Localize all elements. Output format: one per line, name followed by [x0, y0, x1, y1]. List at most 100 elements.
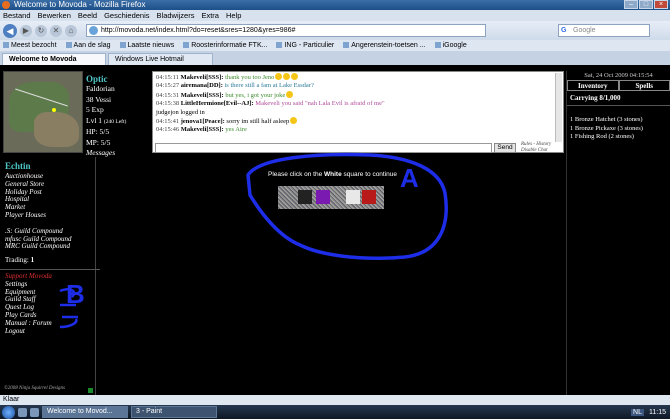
main-content: Please click on the White square to cont…: [98, 157, 566, 395]
chat-text: yes Aire: [225, 126, 247, 134]
tab-strip: Welcome to Movoda Windows Live Hotmail: [0, 51, 670, 65]
system-tray: NL 11:15: [631, 408, 670, 416]
chat-timestamp: 04:15:46: [156, 126, 181, 134]
home-icon[interactable]: ⌂: [65, 24, 77, 37]
menu-beeld[interactable]: Beeld: [78, 10, 97, 21]
inventory-item[interactable]: 1 Fishing Rod (2 stones): [567, 133, 670, 142]
close-button[interactable]: ×: [654, 0, 668, 9]
character-location: Faldorian: [86, 84, 115, 93]
bookmark-laatste-nieuws[interactable]: Laatste nieuws: [120, 40, 175, 51]
search-input[interactable]: G Google: [558, 24, 650, 37]
menu-bladwijzers[interactable]: Bladwijzers: [157, 10, 195, 21]
character-exp: 5 Exp: [86, 105, 104, 114]
disable-chat-link[interactable]: Disable Chat: [521, 148, 563, 154]
bookmark-roosterinformatie[interactable]: Roosterinformatie FTK...: [183, 40, 267, 51]
chat-message: 04:15:41 jenova1[Peace]: sorry im still …: [156, 117, 554, 126]
taskbar-firefox-button[interactable]: Welcome to Movod...: [42, 406, 128, 418]
chat-username[interactable]: LittleHermione[Evil--AJ]:: [181, 100, 256, 107]
smiley-icon: [290, 117, 298, 125]
chat-username[interactable]: jenova1[Peace]:: [181, 118, 227, 125]
chat-text: thank you too Jeno: [225, 74, 275, 81]
nav-guild-compound[interactable]: MRC Guild Compound: [5, 243, 95, 251]
chat-log: 04:15:11 Makeveli[SSS]: thank you too Je…: [154, 73, 554, 142]
tab-hotmail[interactable]: Windows Live Hotmail: [108, 53, 213, 65]
character-level: Lvl 1 (240 Left): [86, 115, 127, 125]
character-stats: Optic Faldorian 38 Vessi 5 Exp Lvl 1 (24…: [86, 74, 148, 159]
bookmark-meest-bezocht[interactable]: Meest bezocht: [3, 40, 57, 51]
inventory-item[interactable]: 1 Bronze Pickaxe (3 stones): [567, 125, 670, 134]
logout-link[interactable]: Logout: [5, 327, 95, 336]
captcha-square-black[interactable]: [298, 190, 312, 204]
chat-username[interactable]: Makeveli[SSS]:: [181, 126, 226, 133]
character-name[interactable]: Optic: [86, 74, 148, 84]
forward-arrow-icon[interactable]: ▶: [20, 24, 32, 37]
window-title: Welcome to Movoda - Mozilla Firefox: [14, 0, 146, 9]
chat-message: 04:15:31 Makeveli[SSS]: but yes, i got y…: [156, 90, 554, 100]
left-navigation: Echtin Auctionhouse General Store Holida…: [0, 157, 100, 395]
tab-spells[interactable]: Spells: [618, 80, 670, 91]
character-mp: MP: 5/5: [86, 137, 111, 147]
chat-input[interactable]: [155, 143, 492, 153]
navigation-toolbar: ◀ ▶ ↻ ✕ ⌂ http://movoda.net/index.html?d…: [0, 21, 670, 40]
nav-player-houses[interactable]: Player Houses: [5, 211, 95, 220]
chat-scrollbar[interactable]: [555, 73, 562, 142]
chat-username[interactable]: Makeveli[SSS]:: [181, 74, 226, 81]
search-placeholder: Google: [573, 27, 596, 34]
chat-text: judgejon logged in: [156, 108, 205, 116]
menu-geschiedenis[interactable]: Geschiedenis: [104, 10, 149, 21]
player-marker-icon: [52, 108, 56, 112]
flag-icon: [88, 388, 93, 393]
bookmark-ing[interactable]: ING - Particulier: [276, 40, 334, 51]
chat-timestamp: 04:15:31: [156, 91, 181, 99]
chat-username[interactable]: Makeveli[SSS]:: [181, 92, 226, 99]
chat-links: Rules - History Disable Chat: [521, 142, 563, 154]
game-page: Optic Faldorian 38 Vessi 5 Exp Lvl 1 (24…: [0, 65, 670, 395]
tab-movoda[interactable]: Welcome to Movoda: [2, 53, 106, 65]
trading-count: Trading: 1: [5, 256, 35, 265]
tab-inventory[interactable]: Inventory: [567, 80, 619, 91]
captcha-square-red[interactable]: [362, 190, 376, 204]
minimize-button[interactable]: –: [624, 0, 638, 9]
menu-extra[interactable]: Extra: [201, 10, 219, 21]
character-vessi: 38 Vessi: [86, 94, 112, 104]
chat-panel: 04:15:11 Makeveli[SSS]: thank you too Je…: [152, 71, 564, 153]
send-button[interactable]: Send: [494, 143, 516, 153]
address-bar[interactable]: http://movoda.net/index.html?do=reset&sr…: [86, 24, 486, 37]
annotation-letter-a: A: [400, 163, 419, 193]
start-button-icon[interactable]: [2, 405, 15, 419]
bookmark-angerenstein[interactable]: Angerenstein-toetsen ...: [343, 40, 425, 51]
bookmark-igoogle[interactable]: iGoogle: [435, 40, 467, 51]
smiley-icon: [275, 73, 283, 80]
google-icon: G: [561, 27, 567, 34]
captcha-prompt: Please click on the White square to cont…: [268, 171, 398, 178]
globe-icon: [89, 26, 98, 35]
bookmark-aan-de-slag[interactable]: Aan de slag: [66, 40, 111, 51]
stop-icon[interactable]: ✕: [50, 24, 62, 37]
menu-bestand[interactable]: Bestand: [3, 10, 31, 21]
captcha-image[interactable]: [278, 186, 384, 209]
divider: [0, 268, 100, 270]
chat-username[interactable]: airemana[DD]:: [181, 82, 225, 89]
clock[interactable]: 11:15: [649, 409, 666, 416]
quicklaunch-icon[interactable]: [18, 407, 27, 417]
menu-bewerken[interactable]: Bewerken: [38, 10, 71, 21]
language-indicator[interactable]: NL: [631, 408, 644, 416]
chat-timestamp: 04:15:38: [156, 100, 181, 108]
reload-icon[interactable]: ↻: [35, 24, 47, 37]
windows-taskbar: Welcome to Movod... 3 - Paint NL 11:15: [0, 405, 670, 419]
inventory-item[interactable]: 1 Bronze Hatchet (3 stones): [567, 116, 670, 125]
world-map[interactable]: [3, 71, 83, 153]
captcha-square-white[interactable]: [346, 190, 360, 204]
annotation-letter-b: B: [66, 279, 85, 309]
chat-text: sorry im still half asleep: [226, 118, 290, 126]
back-arrow-icon[interactable]: ◀: [3, 23, 17, 38]
quicklaunch-icon[interactable]: [30, 407, 39, 417]
captcha-square-purple[interactable]: [316, 190, 330, 204]
maximize-button[interactable]: □: [639, 0, 653, 9]
chat-text: is there still a fam at Lake Essdar?: [224, 82, 314, 90]
chat-timestamp: 04:15:11: [156, 74, 181, 81]
bookmarks-toolbar: Meest bezocht Aan de slag Laatste nieuws…: [0, 40, 670, 51]
taskbar-paint-button[interactable]: 3 - Paint: [131, 406, 217, 418]
window-titlebar: Welcome to Movoda - Mozilla Firefox – □ …: [0, 0, 670, 10]
menu-help[interactable]: Help: [226, 10, 241, 21]
